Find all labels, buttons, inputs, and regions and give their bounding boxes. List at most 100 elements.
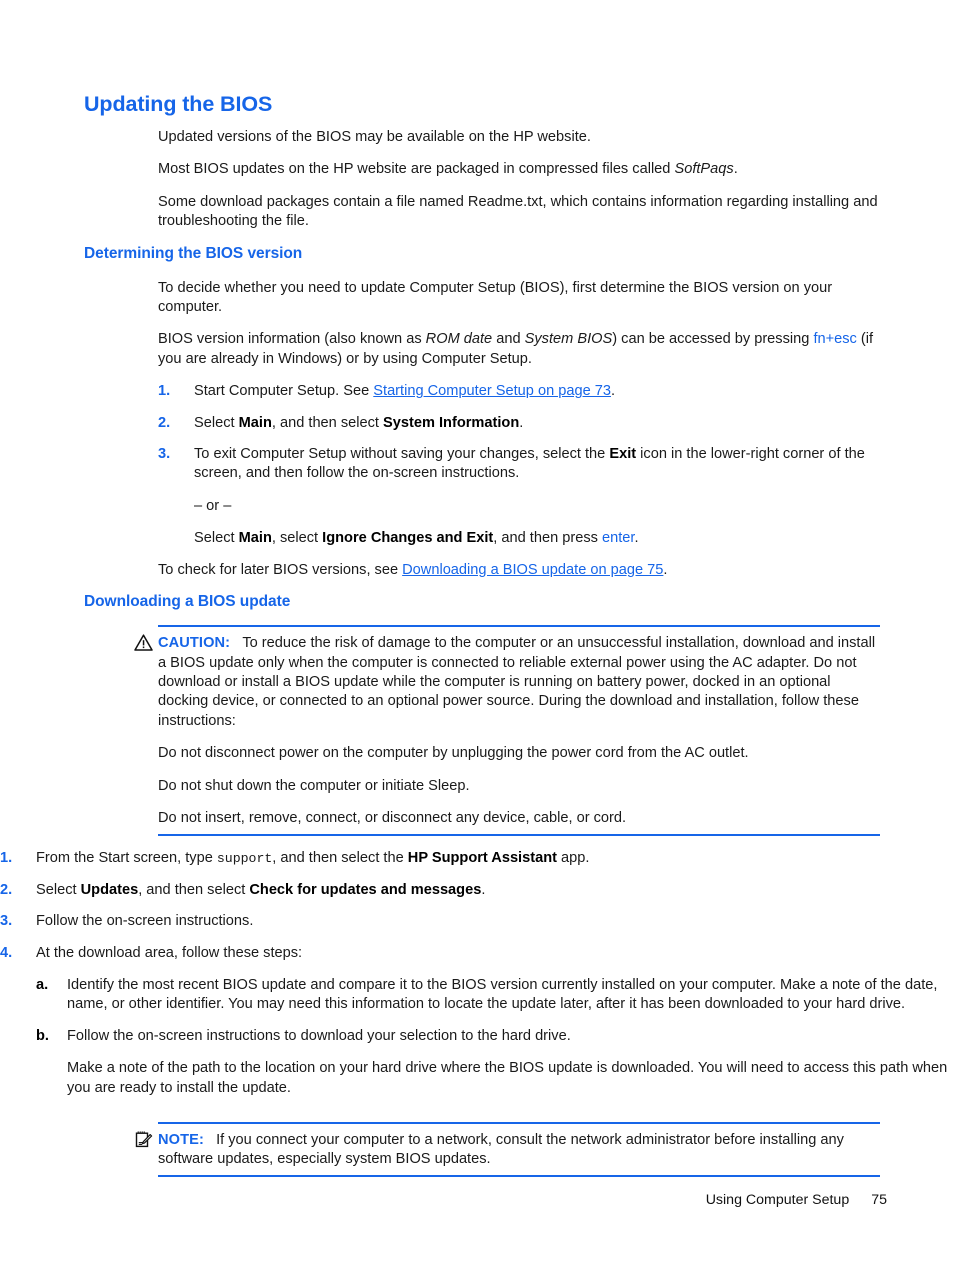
list-item: 4. At the download area, follow these st… — [0, 944, 954, 1110]
list-item: 2. Select Updates, and then select Check… — [0, 881, 954, 900]
key-plus: + — [825, 331, 835, 348]
substep-letter: a. — [36, 976, 49, 993]
caution-instruction-3: Do not insert, remove, connect, or disco… — [158, 809, 880, 837]
key-esc[interactable]: esc — [834, 331, 857, 347]
step-3-alt-after: . — [634, 530, 639, 547]
note-paragraph: NOTE: If you connect your computer to a … — [158, 1131, 880, 1170]
page-title: Updating the BIOS — [84, 92, 273, 116]
dl-step-1-after: app. — [556, 850, 590, 867]
step-number: 3. — [158, 446, 171, 463]
step-number: 1. — [158, 383, 171, 400]
step-1-after: . — [611, 383, 616, 400]
step-2-before: Select — [194, 414, 239, 431]
heading-determining-wrap: Determining the BIOS version — [84, 245, 880, 263]
note-label: NOTE: — [158, 1132, 204, 1148]
note-pad-icon — [134, 1130, 153, 1149]
step-number: 2. — [0, 881, 13, 898]
key-fn[interactable]: fn — [813, 331, 825, 347]
closing-before: To check for later BIOS versions, see — [158, 561, 403, 578]
closing-after: . — [663, 561, 668, 578]
step-body: At the download area, follow these steps… — [36, 944, 954, 1110]
step-2-mid: , and then select — [271, 414, 384, 431]
substep-a-text: Identify the most recent BIOS update and… — [67, 976, 938, 1013]
typed-command-support: support — [216, 851, 273, 867]
list-item: 3. To exit Computer Setup without saving… — [158, 445, 880, 549]
step-body: Select Updates, and then select Check fo… — [36, 881, 954, 900]
menu-main-bold: Main — [238, 414, 272, 431]
dl-step-2-text: Select Updates, and then select Check fo… — [36, 881, 954, 900]
menu-system-information-bold: System Information — [383, 414, 520, 431]
dl-step-2-before: Select — [36, 881, 81, 898]
step-number: 2. — [158, 414, 171, 431]
intro-p2-text: Most BIOS updates on the HP website are … — [158, 161, 675, 178]
determining-block: To decide whether you need to update Com… — [158, 279, 880, 580]
downloading-substeps-list: a. Identify the most recent BIOS update … — [36, 976, 954, 1098]
document-page: Updating the BIOS Updated versions of th… — [0, 0, 954, 1271]
det-p2-a: BIOS version information (also known as — [158, 331, 426, 348]
menu-ignore-changes-and-exit-bold: Ignore Changes and Exit — [322, 530, 494, 547]
heading-downloading-bios-update: Downloading a BIOS update — [84, 593, 291, 611]
step-body: Start Computer Setup. See Starting Compu… — [194, 382, 880, 401]
key-enter[interactable]: enter — [602, 530, 634, 546]
caution-instruction-2: Do not shut down the computer or initiat… — [158, 777, 470, 794]
step-3-alt-text: Select Main, select Ignore Changes and E… — [194, 529, 880, 548]
determining-closing-paragraph: To check for later BIOS versions, see Do… — [158, 561, 880, 580]
substep-body: Follow the on-screen instructions to dow… — [67, 1027, 954, 1098]
intro-paragraph-3: Some download packages contain a file na… — [158, 193, 878, 230]
intro-block: Updated versions of the BIOS may be avai… — [158, 128, 880, 232]
dl-step-1-before: From the Start screen, type — [36, 850, 217, 867]
menu-check-for-updates-bold: Check for updates and messages — [249, 881, 482, 898]
step-3-alt-before: Select — [194, 530, 239, 547]
footer-chapter-title: Using Computer Setup — [705, 1192, 850, 1208]
note-box: NOTE: If you connect your computer to a … — [135, 1122, 880, 1177]
step-body: Follow the on-screen instructions. — [36, 912, 954, 931]
footer-page-number: 75 — [871, 1192, 887, 1208]
step-1-text: Start Computer Setup. See Starting Compu… — [194, 382, 880, 401]
substep-letter: b. — [36, 1027, 49, 1044]
step-body: Select Main, and then select System Info… — [194, 414, 880, 433]
step-body: To exit Computer Setup without saving yo… — [194, 445, 880, 549]
dl-step-4-text: At the download area, follow these steps… — [36, 944, 303, 961]
dl-step-1-text: From the Start screen, type support, and… — [36, 849, 954, 868]
step-3-alt-mid2: , and then press — [493, 530, 602, 547]
link-downloading-bios-update[interactable]: Downloading a BIOS update on page 75 — [402, 562, 663, 578]
softpaqs-italic: SoftPaqs — [674, 161, 734, 178]
step-1-before: Start Computer Setup. See — [194, 383, 374, 400]
list-item: 2. Select Main, and then select System I… — [158, 414, 880, 433]
intro-paragraph-2: Most BIOS updates on the HP website are … — [158, 160, 880, 179]
link-starting-computer-setup[interactable]: Starting Computer Setup on page 73 — [373, 383, 611, 399]
determining-paragraph-2: BIOS version information (also known as … — [158, 330, 880, 369]
heading-downloading-wrap: Downloading a BIOS update — [84, 593, 880, 611]
substep-body: Identify the most recent BIOS update and… — [67, 976, 954, 1015]
step-2-after: . — [519, 414, 524, 431]
heading-determining-bios-version: Determining the BIOS version — [84, 244, 303, 262]
or-separator: – or – — [194, 497, 232, 514]
menu-main-bold-alt: Main — [238, 530, 272, 547]
menu-exit-bold: Exit — [609, 446, 637, 463]
list-item: 3. Follow the on-screen instructions. — [0, 912, 954, 931]
list-item: 1. From the Start screen, type support, … — [0, 849, 954, 868]
step-3-alt-mid: , select — [271, 530, 323, 547]
step-2-text: Select Main, and then select System Info… — [194, 414, 880, 433]
system-bios-italic: System BIOS — [524, 331, 613, 348]
menu-updates-bold: Updates — [80, 881, 139, 898]
caution-instructions: Do not disconnect power on the computer … — [158, 744, 880, 837]
step-body: From the Start screen, type support, and… — [36, 849, 954, 868]
determining-steps-list: 1. Start Computer Setup. See Starting Co… — [158, 382, 880, 548]
list-item: 1. Start Computer Setup. See Starting Co… — [158, 382, 880, 401]
caution-paragraph: CAUTION: To reduce the risk of damage to… — [158, 634, 880, 731]
page-footer: Using Computer Setup 75 — [0, 1192, 954, 1208]
intro-p2-period: . — [733, 161, 738, 178]
step-number: 1. — [0, 850, 13, 867]
downloading-steps-list: 1. From the Start screen, type support, … — [0, 849, 954, 1110]
caution-text: To reduce the risk of damage to the comp… — [158, 635, 876, 729]
dl-step-1-mid: , and then select the — [272, 850, 408, 867]
note-text: If you connect your computer to a networ… — [158, 1132, 844, 1168]
step-number: 4. — [0, 944, 13, 961]
caution-label: CAUTION: — [158, 635, 231, 652]
caution-box: CAUTION: To reduce the risk of damage to… — [134, 625, 880, 731]
det-p2-b: and — [492, 331, 525, 348]
step-number: 3. — [0, 913, 13, 930]
list-item: a. Identify the most recent BIOS update … — [36, 976, 954, 1015]
list-item: b. Follow the on-screen instructions to … — [36, 1027, 954, 1098]
